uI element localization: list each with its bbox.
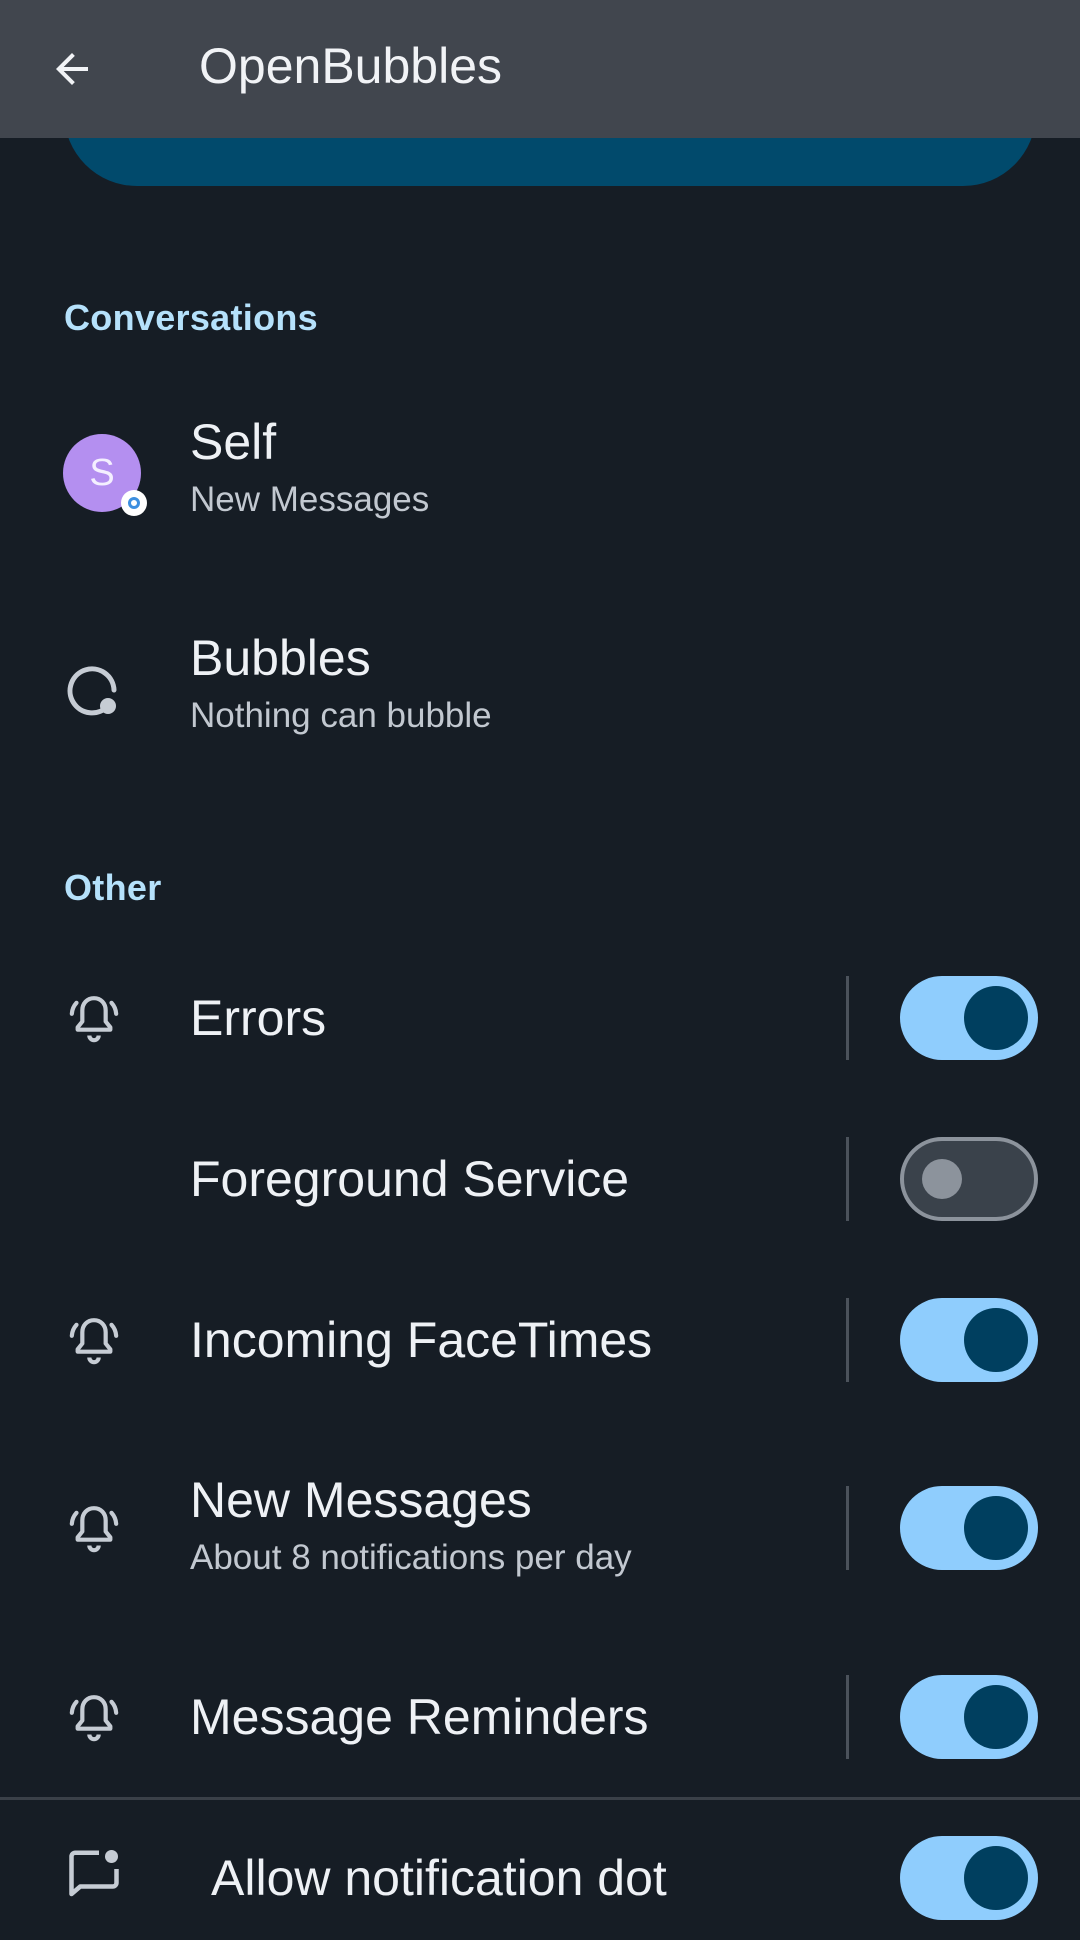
section-header-conversations: Conversations xyxy=(64,297,318,338)
channel-row-message-reminders[interactable]: Message Reminders xyxy=(0,1675,1080,1759)
divider xyxy=(846,1675,849,1759)
notification-dot-title: Allow notification dot xyxy=(211,1850,667,1906)
channel-title: Incoming FaceTimes xyxy=(190,1312,653,1368)
channel-row-new-messages[interactable]: New Messages About 8 notifications per d… xyxy=(0,1470,1080,1596)
notification-dot-row[interactable]: Allow notification dot xyxy=(0,1800,1080,1940)
divider xyxy=(846,976,849,1060)
toggle-thumb xyxy=(964,986,1028,1050)
channel-row-errors[interactable]: Errors xyxy=(0,976,1080,1060)
bubbles-subtitle: Nothing can bubble xyxy=(190,696,492,735)
conversation-subtitle: New Messages xyxy=(190,480,430,519)
divider xyxy=(846,1298,849,1382)
toggle-thumb xyxy=(964,1846,1028,1910)
toggle-thumb xyxy=(922,1159,962,1199)
conversation-row-self[interactable]: S Self New Messages xyxy=(0,412,1080,538)
toggle-thumb xyxy=(964,1685,1028,1749)
bubbles-row[interactable]: Bubbles Nothing can bubble xyxy=(0,628,1080,754)
section-header-other: Other xyxy=(64,867,162,908)
bubble-icon xyxy=(62,650,126,730)
channel-title: Message Reminders xyxy=(190,1689,649,1745)
new-messages-toggle[interactable] xyxy=(900,1486,1038,1570)
toggle-thumb xyxy=(964,1308,1028,1372)
divider xyxy=(846,1486,849,1570)
incoming-facetimes-toggle[interactable] xyxy=(900,1298,1038,1382)
errors-toggle[interactable] xyxy=(900,976,1038,1060)
alert-bell-icon xyxy=(62,1300,126,1380)
channel-title: Foreground Service xyxy=(190,1151,630,1207)
foreground-service-toggle[interactable] xyxy=(900,1137,1038,1221)
toggle-thumb xyxy=(964,1496,1028,1560)
avatar-letter: S xyxy=(89,451,115,494)
alert-bell-icon xyxy=(62,978,126,1058)
divider xyxy=(846,1137,849,1221)
app-bar: OpenBubbles xyxy=(0,0,1080,138)
notification-dot-icon xyxy=(62,1834,126,1914)
channel-row-foreground-service[interactable]: Foreground Service xyxy=(0,1137,1080,1221)
bubbles-title: Bubbles xyxy=(190,630,371,686)
channel-title: New Messages xyxy=(190,1472,532,1528)
channel-row-incoming-facetimes[interactable]: Incoming FaceTimes xyxy=(0,1298,1080,1382)
avatar: S xyxy=(63,434,147,516)
conversation-badge-icon xyxy=(121,490,147,516)
alert-bell-icon xyxy=(62,1488,126,1568)
page-title: OpenBubbles xyxy=(199,38,503,94)
back-button[interactable] xyxy=(36,33,108,105)
notification-dot-toggle[interactable] xyxy=(900,1836,1038,1920)
arrow-back-icon xyxy=(56,53,88,85)
channel-title: Errors xyxy=(190,990,327,1046)
alert-bell-icon xyxy=(62,1677,126,1757)
conversation-title: Self xyxy=(190,414,277,470)
channel-subtitle: About 8 notifications per day xyxy=(190,1538,632,1577)
message-reminders-toggle[interactable] xyxy=(900,1675,1038,1759)
